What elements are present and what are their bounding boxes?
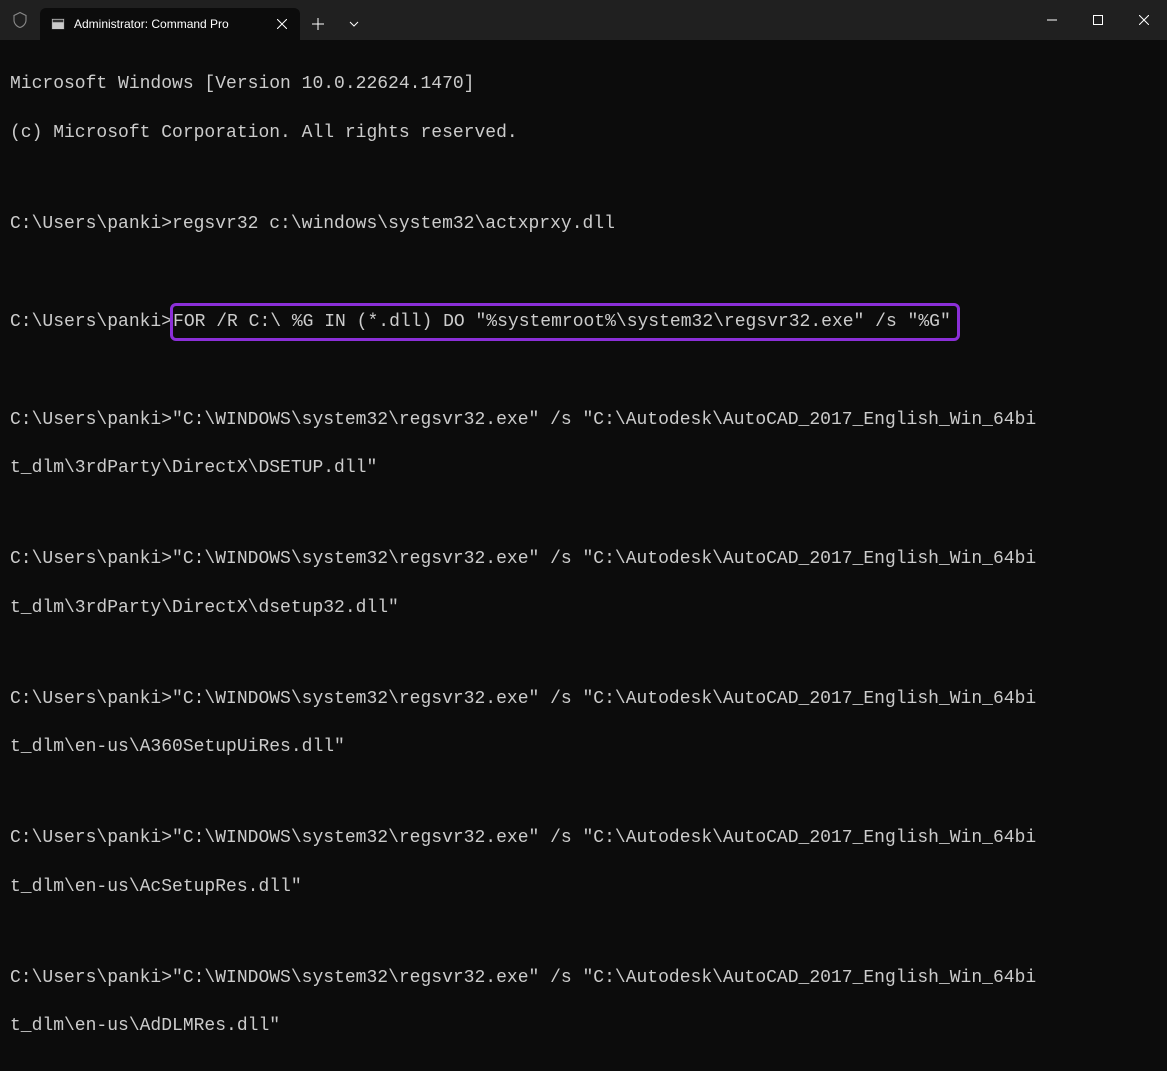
output-line: t_dlm\en-us\AdDLMRes.dll" [10, 1014, 1157, 1038]
output-line: t_dlm\3rdParty\DirectX\DSETUP.dll" [10, 456, 1157, 480]
tab-close-icon[interactable] [274, 16, 290, 32]
output-line: t_dlm\3rdParty\DirectX\dsetup32.dll" [10, 596, 1157, 620]
terminal-icon [50, 16, 66, 32]
output-text: "C:\WINDOWS\system32\regsvr32.exe" /s "C… [172, 689, 1036, 709]
prompt: C:\Users\panki> [10, 312, 172, 332]
version-line: Microsoft Windows [Version 10.0.22624.14… [10, 72, 1157, 96]
output-line: C:\Users\panki>"C:\WINDOWS\system32\regs… [10, 547, 1157, 571]
output-line: t_dlm\en-us\AcSetupRes.dll" [10, 875, 1157, 899]
tab-active[interactable]: Administrator: Command Pro [40, 8, 300, 40]
command-line-1: C:\Users\panki>regsvr32 c:\windows\syste… [10, 212, 1157, 236]
prompt: C:\Users\panki> [10, 410, 172, 430]
prompt: C:\Users\panki> [10, 549, 172, 569]
window-controls [1029, 0, 1167, 40]
copyright-line: (c) Microsoft Corporation. All rights re… [10, 121, 1157, 145]
output-text: "C:\WINDOWS\system32\regsvr32.exe" /s "C… [172, 968, 1036, 988]
output-line: C:\Users\panki>"C:\WINDOWS\system32\regs… [10, 687, 1157, 711]
output-line: C:\Users\panki>"C:\WINDOWS\system32\regs… [10, 408, 1157, 432]
minimize-button[interactable] [1029, 0, 1075, 40]
command-line-2: C:\Users\panki>FOR /R C:\ %G IN (*.dll) … [10, 303, 1157, 341]
titlebar: Administrator: Command Pro [0, 0, 1167, 40]
tab-dropdown-icon[interactable] [336, 8, 372, 40]
output-text: "C:\WINDOWS\system32\regsvr32.exe" /s "C… [172, 410, 1036, 430]
new-tab-button[interactable] [300, 8, 336, 40]
prompt: C:\Users\panki> [10, 689, 172, 709]
tab-title: Administrator: Command Pro [74, 17, 266, 31]
terminal-content[interactable]: Microsoft Windows [Version 10.0.22624.14… [0, 40, 1167, 1071]
output-line: C:\Users\panki>"C:\WINDOWS\system32\regs… [10, 966, 1157, 990]
prompt: C:\Users\panki> [10, 214, 172, 234]
output-line: t_dlm\en-us\A360SetupUiRes.dll" [10, 735, 1157, 759]
maximize-button[interactable] [1075, 0, 1121, 40]
prompt: C:\Users\panki> [10, 828, 172, 848]
prompt: C:\Users\panki> [10, 968, 172, 988]
output-line: C:\Users\panki>"C:\WINDOWS\system32\regs… [10, 826, 1157, 850]
command-text: regsvr32 c:\windows\system32\actxprxy.dl… [172, 214, 615, 234]
titlebar-left: Administrator: Command Pro [0, 0, 372, 40]
output-text: "C:\WINDOWS\system32\regsvr32.exe" /s "C… [172, 828, 1036, 848]
highlighted-command: FOR /R C:\ %G IN (*.dll) DO "%systemroot… [170, 303, 960, 341]
app-shield-icon [0, 0, 40, 40]
output-text: "C:\WINDOWS\system32\regsvr32.exe" /s "C… [172, 549, 1036, 569]
close-button[interactable] [1121, 0, 1167, 40]
command-text: FOR /R C:\ %G IN (*.dll) DO "%systemroot… [173, 312, 951, 332]
